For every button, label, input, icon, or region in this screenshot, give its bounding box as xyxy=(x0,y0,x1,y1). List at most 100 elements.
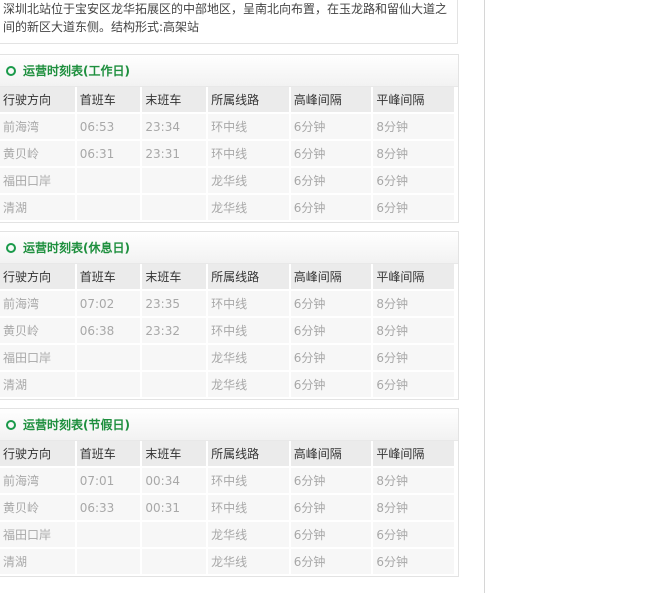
cell-last-train xyxy=(142,522,207,549)
col-line: 所属线路 xyxy=(208,87,289,114)
cell-peak-interval: 6分钟 xyxy=(290,372,372,399)
col-line: 所属线路 xyxy=(208,264,289,291)
cell-first-train: 06:31 xyxy=(76,141,141,168)
cell-offpeak-interval: 8分钟 xyxy=(373,141,454,168)
cell-direction: 前海湾 xyxy=(0,291,75,318)
cell-direction: 福田口岸 xyxy=(0,522,75,549)
table-row: 福田口岸 龙华线 6分钟 6分钟 xyxy=(0,168,454,195)
cell-offpeak-interval: 8分钟 xyxy=(373,291,454,318)
col-peak-interval: 高峰间隔 xyxy=(290,264,372,291)
table-row: 黄贝岭 06:38 23:32 环中线 6分钟 8分钟 xyxy=(0,318,454,345)
cell-line: 环中线 xyxy=(208,468,289,495)
col-last-train: 末班车 xyxy=(142,441,207,468)
cell-offpeak-interval: 6分钟 xyxy=(373,168,454,195)
cell-peak-interval: 6分钟 xyxy=(290,141,372,168)
cell-last-train xyxy=(142,168,207,195)
cell-line: 龙华线 xyxy=(208,372,289,399)
panel-title: 运营时刻表(节假日) xyxy=(23,418,130,432)
table-row: 前海湾 07:02 23:35 环中线 6分钟 8分钟 xyxy=(0,291,454,318)
cell-direction: 黄贝岭 xyxy=(0,141,75,168)
table-row: 前海湾 06:53 23:34 环中线 6分钟 8分钟 xyxy=(0,114,454,141)
cell-offpeak-interval: 8分钟 xyxy=(373,495,454,522)
cell-first-train xyxy=(76,345,141,372)
col-direction: 行驶方向 xyxy=(0,441,75,468)
table-header-row: 行驶方向 首班车 末班车 所属线路 高峰间隔 平峰间隔 xyxy=(0,87,454,114)
col-last-train: 末班车 xyxy=(142,87,207,114)
content-divider xyxy=(484,0,485,593)
panel-title: 运营时刻表(工作日) xyxy=(23,64,130,78)
table-row: 福田口岸 龙华线 6分钟 6分钟 xyxy=(0,345,454,372)
cell-peak-interval: 6分钟 xyxy=(290,522,372,549)
timetable-table: 行驶方向 首班车 末班车 所属线路 高峰间隔 平峰间隔 前海湾 06:53 23… xyxy=(0,87,456,222)
cell-first-train: 06:38 xyxy=(76,318,141,345)
col-peak-interval: 高峰间隔 xyxy=(290,441,372,468)
cell-line: 龙华线 xyxy=(208,195,289,222)
panel-title: 运营时刻表(休息日) xyxy=(23,241,130,255)
cell-line: 环中线 xyxy=(208,114,289,141)
cell-last-train xyxy=(142,549,207,576)
intro-line-2: 间的新区大道东侧。结构形式:高架站 xyxy=(3,20,200,34)
cell-first-train xyxy=(76,168,141,195)
col-first-train: 首班车 xyxy=(76,87,141,114)
cell-offpeak-interval: 8分钟 xyxy=(373,468,454,495)
cell-direction: 黄贝岭 xyxy=(0,495,75,522)
cell-peak-interval: 6分钟 xyxy=(290,345,372,372)
panel-header: 运营时刻表(休息日) xyxy=(0,232,458,264)
cell-last-train: 23:35 xyxy=(142,291,207,318)
cell-direction: 黄贝岭 xyxy=(0,318,75,345)
timetable-holiday: 运营时刻表(节假日) 行驶方向 首班车 末班车 所属线路 高峰间隔 平峰间隔 前… xyxy=(0,408,459,577)
cell-peak-interval: 6分钟 xyxy=(290,168,372,195)
cell-first-train xyxy=(76,522,141,549)
table-header-row: 行驶方向 首班车 末班车 所属线路 高峰间隔 平峰间隔 xyxy=(0,441,454,468)
cell-direction: 前海湾 xyxy=(0,468,75,495)
circle-bullet-icon xyxy=(6,65,16,76)
cell-last-train xyxy=(142,372,207,399)
cell-first-train: 07:02 xyxy=(76,291,141,318)
col-first-train: 首班车 xyxy=(76,264,141,291)
cell-last-train: 23:32 xyxy=(142,318,207,345)
cell-direction: 清湖 xyxy=(0,372,75,399)
cell-peak-interval: 6分钟 xyxy=(290,468,372,495)
table-row: 黄贝岭 06:31 23:31 环中线 6分钟 8分钟 xyxy=(0,141,454,168)
col-offpeak-interval: 平峰间隔 xyxy=(373,264,454,291)
cell-line: 环中线 xyxy=(208,291,289,318)
table-row: 清湖 龙华线 6分钟 6分钟 xyxy=(0,195,454,222)
cell-offpeak-interval: 8分钟 xyxy=(373,114,454,141)
table-row: 福田口岸 龙华线 6分钟 6分钟 xyxy=(0,522,454,549)
cell-peak-interval: 6分钟 xyxy=(290,549,372,576)
cell-last-train: 00:34 xyxy=(142,468,207,495)
station-intro: 深圳北站位于宝安区龙华拓展区的中部地区，呈南北向布置，在玉龙路和留仙大道之 间的… xyxy=(0,0,458,44)
cell-last-train xyxy=(142,195,207,222)
cell-first-train: 07:01 xyxy=(76,468,141,495)
col-offpeak-interval: 平峰间隔 xyxy=(373,87,454,114)
cell-peak-interval: 6分钟 xyxy=(290,318,372,345)
table-row: 清湖 龙华线 6分钟 6分钟 xyxy=(0,549,454,576)
cell-line: 龙华线 xyxy=(208,345,289,372)
cell-offpeak-interval: 6分钟 xyxy=(373,549,454,576)
col-last-train: 末班车 xyxy=(142,264,207,291)
cell-direction: 清湖 xyxy=(0,195,75,222)
timetable-weekday: 运营时刻表(工作日) 行驶方向 首班车 末班车 所属线路 高峰间隔 平峰间隔 前… xyxy=(0,54,459,223)
table-header-row: 行驶方向 首班车 末班车 所属线路 高峰间隔 平峰间隔 xyxy=(0,264,454,291)
cell-offpeak-interval: 6分钟 xyxy=(373,372,454,399)
col-direction: 行驶方向 xyxy=(0,264,75,291)
cell-first-train xyxy=(76,195,141,222)
cell-line: 环中线 xyxy=(208,495,289,522)
circle-bullet-icon xyxy=(6,242,16,253)
cell-peak-interval: 6分钟 xyxy=(290,195,372,222)
cell-offpeak-interval: 8分钟 xyxy=(373,318,454,345)
cell-peak-interval: 6分钟 xyxy=(290,114,372,141)
panel-header: 运营时刻表(节假日) xyxy=(0,409,458,441)
cell-line: 环中线 xyxy=(208,318,289,345)
cell-last-train: 00:31 xyxy=(142,495,207,522)
col-peak-interval: 高峰间隔 xyxy=(290,87,372,114)
cell-first-train: 06:33 xyxy=(76,495,141,522)
col-offpeak-interval: 平峰间隔 xyxy=(373,441,454,468)
intro-line-1: 深圳北站位于宝安区龙华拓展区的中部地区，呈南北向布置，在玉龙路和留仙大道之 xyxy=(3,2,448,16)
cell-last-train xyxy=(142,345,207,372)
table-row: 前海湾 07:01 00:34 环中线 6分钟 8分钟 xyxy=(0,468,454,495)
col-first-train: 首班车 xyxy=(76,441,141,468)
timetable-table: 行驶方向 首班车 末班车 所属线路 高峰间隔 平峰间隔 前海湾 07:01 00… xyxy=(0,441,456,576)
cell-line: 龙华线 xyxy=(208,549,289,576)
table-row: 黄贝岭 06:33 00:31 环中线 6分钟 8分钟 xyxy=(0,495,454,522)
